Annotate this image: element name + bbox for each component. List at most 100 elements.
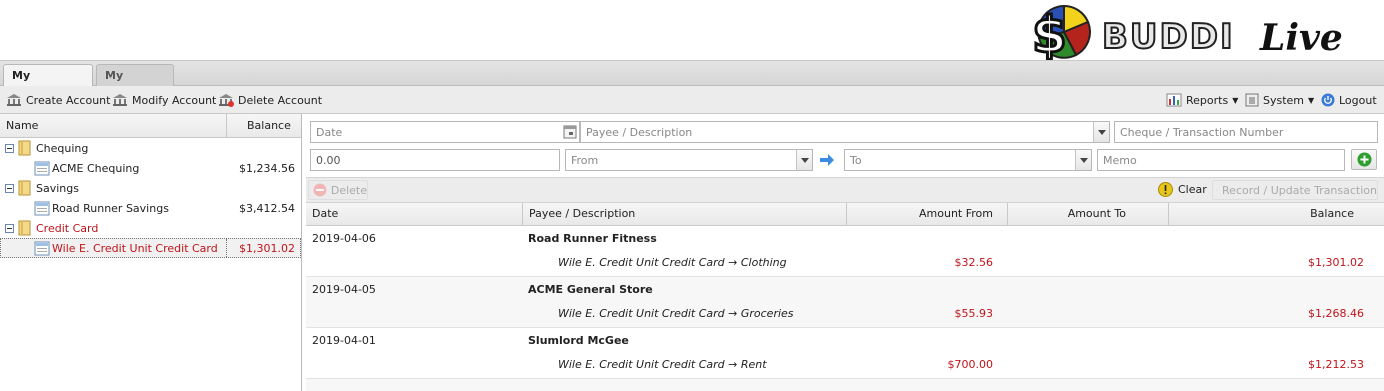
payee-column-header[interactable]: Payee / Description [522, 203, 846, 226]
collapse-icon[interactable] [5, 184, 14, 193]
record-label: Record / Update Transaction [1222, 183, 1377, 197]
system-label: System [1263, 93, 1305, 107]
payee-combobox[interactable]: Payee / Description [580, 121, 1110, 143]
account-row-acme-chequing[interactable]: ACME Chequing $1,234.56 [0, 158, 301, 178]
clear-label: Clear [1178, 183, 1207, 196]
svg-text:Live: Live [1259, 17, 1343, 59]
account-group-chequing[interactable]: Chequing [0, 138, 301, 158]
delete-account-label: Delete Account [238, 93, 323, 107]
balance-column-header[interactable]: Balance [247, 119, 291, 132]
warning-icon [1158, 182, 1173, 197]
account-balance: $1,301.02 [239, 242, 295, 255]
delete-circle-icon [313, 183, 327, 197]
delete-account-button[interactable]: Delete Account [218, 93, 322, 107]
transaction-balance: $1,301.02 [1308, 256, 1364, 269]
account-row-road-runner-savings[interactable]: Road Runner Savings $3,412.54 [0, 198, 301, 218]
chevron-down-icon: ▼ [1232, 95, 1239, 105]
account-group-savings[interactable]: Savings [0, 178, 301, 198]
tab-my-budget[interactable]: My Budget [96, 64, 174, 103]
transaction-payee: Slumlord McGee [528, 334, 629, 347]
logout-button[interactable]: Logout [1321, 93, 1377, 107]
cheque-number-field[interactable]: Cheque / Transaction Number [1114, 121, 1378, 143]
buddi-live-logo: $ BUDDI Live [1028, 2, 1358, 66]
account-icon [34, 161, 50, 176]
column-divider [226, 239, 227, 257]
transaction-amount-from: $55.93 [954, 307, 994, 320]
date-field[interactable]: Date [310, 121, 580, 143]
transaction-date: 2019-04-06 [312, 232, 376, 245]
date-column-header[interactable]: Date [306, 203, 522, 226]
chevron-down-icon: ▼ [1308, 95, 1315, 105]
account-balance: $1,234.56 [239, 162, 295, 175]
logout-label: Logout [1339, 93, 1377, 107]
svg-text:$: $ [1032, 6, 1067, 60]
add-split-button[interactable] [1351, 149, 1377, 170]
record-transaction-button[interactable]: Record / Update Transaction [1212, 180, 1378, 200]
collapse-icon[interactable] [5, 224, 14, 233]
to-account-select[interactable]: To [844, 149, 1092, 171]
amount-field[interactable]: 0.00 [310, 149, 560, 171]
memo-placeholder: Memo [1103, 154, 1137, 167]
reports-label: Reports [1186, 93, 1229, 107]
delete-transaction-button[interactable]: Delete [308, 180, 368, 200]
account-row-credit-card-selected[interactable]: Wile E. Credit Unit Credit Card $1,301.0… [0, 238, 301, 258]
logo-pie-icon: $ BUDDI Live [1031, 5, 1343, 66]
bank-icon [7, 94, 21, 106]
column-divider [226, 114, 227, 138]
amount-from-column-header[interactable]: Amount From [846, 203, 1007, 226]
balance-column-header[interactable]: Balance [1168, 203, 1384, 226]
transaction-memo: Wile E. Credit Unit Credit Card → Rent [558, 358, 767, 371]
folder-icon [18, 140, 31, 156]
checkmark-icon [1216, 189, 1217, 191]
plus-circle-icon [1357, 152, 1372, 167]
amount-to-column-header[interactable]: Amount To [1007, 203, 1168, 226]
transactions-table-header: Date Payee / Description Amount From Amo… [306, 203, 1384, 226]
transaction-row[interactable]: 2019-04-06 Road Runner Fitness Wile E. C… [306, 226, 1384, 277]
transaction-payee: ACME General Store [528, 283, 653, 296]
account-name: ACME Chequing [52, 162, 140, 175]
create-account-button[interactable]: Create Account [6, 93, 110, 107]
power-icon [1321, 93, 1335, 107]
from-placeholder: From [571, 154, 599, 167]
account-group-label: Chequing [36, 142, 89, 155]
account-group-credit-card[interactable]: Credit Card [0, 218, 301, 238]
tab-my-accounts[interactable]: My Accounts [3, 64, 93, 103]
payee-placeholder: Payee / Description [586, 126, 693, 139]
accounts-panel: Name Balance Chequing ACME Chequing $1,2… [0, 114, 302, 391]
collapse-icon[interactable] [5, 144, 14, 153]
system-icon [1245, 93, 1259, 107]
modify-account-button[interactable]: Modify Account [112, 93, 216, 107]
bank-icon [113, 94, 127, 106]
folder-icon [18, 180, 31, 196]
chevron-down-icon[interactable] [1093, 122, 1109, 142]
transaction-amount-from: $32.56 [954, 256, 994, 269]
account-icon [34, 241, 50, 256]
date-placeholder: Date [316, 126, 343, 139]
modify-account-label: Modify Account [132, 93, 217, 107]
transaction-row[interactable]: 2019-04-01 Slumlord McGee Wile E. Credit… [306, 328, 1384, 379]
chevron-down-icon[interactable] [796, 150, 812, 170]
reports-menu-button[interactable]: Reports ▼ [1166, 93, 1238, 107]
transaction-balance: $1,212.53 [1308, 358, 1364, 371]
transaction-memo: Wile E. Credit Unit Credit Card → Clothi… [558, 256, 787, 269]
transaction-balance: $1,268.46 [1308, 307, 1364, 320]
from-account-select[interactable]: From [565, 149, 813, 171]
transaction-date: 2019-04-05 [312, 283, 376, 296]
folder-icon [18, 220, 31, 236]
create-account-label: Create Account [26, 93, 111, 107]
transaction-date: 2019-04-01 [312, 334, 376, 347]
account-name: Road Runner Savings [52, 202, 169, 215]
system-menu-button[interactable]: System ▼ [1245, 93, 1314, 107]
chevron-down-icon[interactable] [1075, 150, 1091, 170]
accounts-table-header: Name Balance [0, 114, 301, 138]
account-icon [34, 201, 50, 216]
memo-field[interactable]: Memo [1097, 149, 1345, 171]
transaction-payee: Road Runner Fitness [528, 232, 657, 245]
svg-text:BUDDI: BUDDI [1102, 17, 1235, 57]
name-column-header[interactable]: Name [6, 119, 38, 132]
calendar-icon[interactable] [563, 125, 577, 139]
cheque-number-placeholder: Cheque / Transaction Number [1120, 126, 1284, 139]
account-group-label: Savings [36, 182, 79, 195]
transaction-row[interactable]: 2019-04-05 ACME General Store Wile E. Cr… [306, 277, 1384, 328]
clear-button[interactable]: Clear [1158, 182, 1207, 197]
